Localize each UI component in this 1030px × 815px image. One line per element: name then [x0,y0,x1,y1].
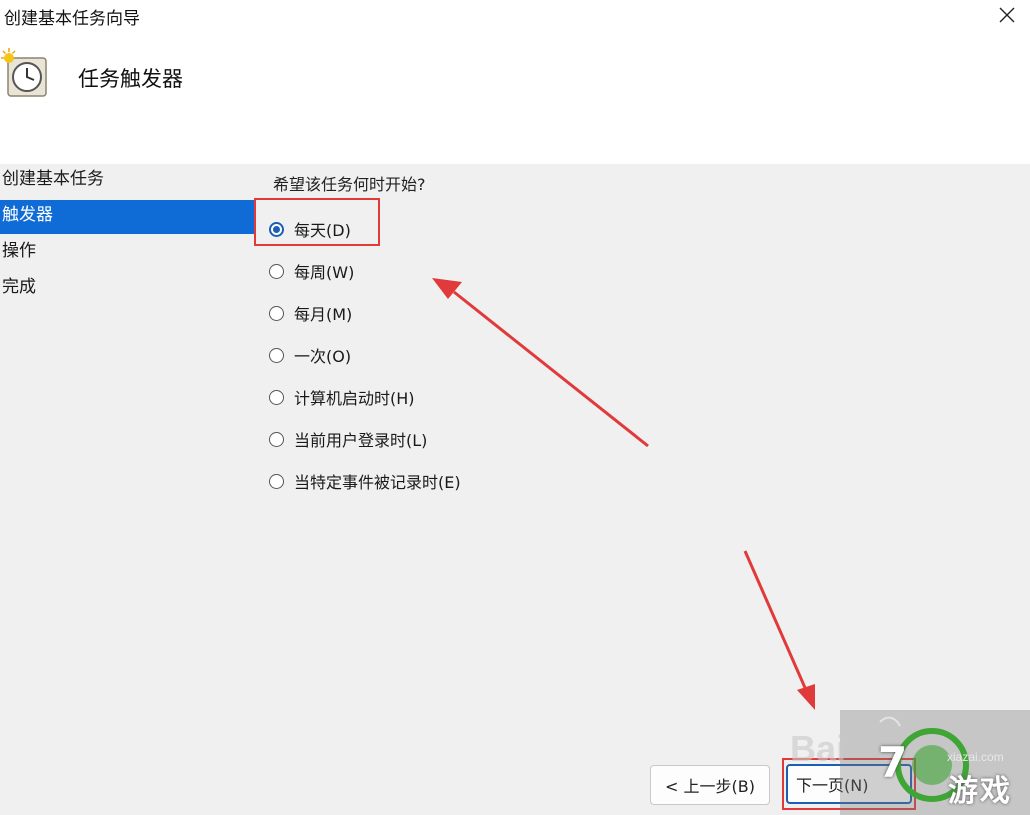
sidebar-item-trigger[interactable]: 触发器 [0,200,256,234]
radio-label: 当前用户登录时(L) [294,431,428,450]
radio-button-icon[interactable] [269,221,284,237]
watermark-site: xiazai.com [947,750,1004,764]
trigger-question: 希望该任务何时开始? [273,175,426,194]
radio-at-logon[interactable]: 当前用户登录时(L) [269,418,461,460]
radio-button-icon[interactable] [269,431,284,447]
radio-label: 每天(D) [294,221,351,240]
radio-button-icon[interactable] [269,263,284,279]
radio-once[interactable]: 一次(O) [269,334,461,376]
wizard-steps-sidebar: 创建基本任务 触发器 操作 完成 [0,164,258,804]
radio-label: 每月(M) [294,305,353,324]
clock-task-icon [1,48,47,97]
radio-daily[interactable]: 每天(D) [269,208,461,250]
radio-button-icon[interactable] [269,305,284,321]
close-button[interactable] [984,0,1030,30]
window-title: 创建基本任务向导 [4,9,140,29]
page-title: 任务触发器 [78,67,183,91]
wizard-header: 任务触发器 [0,36,1030,164]
radio-weekly[interactable]: 每周(W) [269,250,461,292]
radio-button-icon[interactable] [269,473,284,489]
radio-button-icon[interactable] [269,347,284,363]
sidebar-item-finish[interactable]: 完成 [0,272,258,306]
watermark-name: 游戏 [948,774,1012,809]
title-bar: 创建基本任务向导 [0,0,1030,36]
back-button[interactable]: < 上一步(B) [650,765,770,805]
trigger-options: 每天(D) 每周(W) 每月(M) 一次(O) 计算机启动时(H) 当前用户登录… [269,208,461,502]
radio-on-event[interactable]: 当特定事件被记录时(E) [269,460,461,502]
radio-label: 计算机启动时(H) [294,389,415,408]
radio-monthly[interactable]: 每月(M) [269,292,461,334]
radio-label: 每周(W) [294,263,355,282]
radio-label: 当特定事件被记录时(E) [294,473,461,492]
watermark-number: 7 [878,738,908,787]
radio-button-icon[interactable] [269,389,284,405]
close-icon [999,7,1015,23]
trigger-panel: 希望该任务何时开始? 每天(D) 每周(W) 每月(M) 一次(O) 计算机启动… [258,164,1030,754]
sidebar-item-create-task[interactable]: 创建基本任务 [0,164,258,198]
radio-at-startup[interactable]: 计算机启动时(H) [269,376,461,418]
radio-label: 一次(O) [294,347,352,366]
sidebar-item-action[interactable]: 操作 [0,236,258,270]
watermark-baidu-text: Bai [790,728,847,769]
